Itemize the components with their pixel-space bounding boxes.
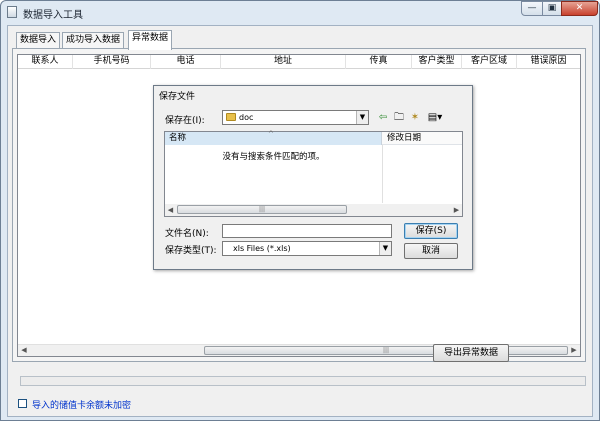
tab-successful-import[interactable]: 成功导入数据 (62, 32, 125, 49)
close-button[interactable]: ✕ (561, 1, 598, 16)
cancel-button[interactable]: 取消 (404, 243, 458, 259)
chevron-down-icon[interactable]: ▼ (379, 242, 391, 255)
scroll-thumb[interactable]: ||| (204, 346, 568, 355)
column-header-contact[interactable]: 联系人 (18, 55, 73, 69)
minimize-button[interactable]: — (521, 1, 543, 16)
column-name-label: 名称 (169, 133, 187, 143)
column-header-phone[interactable]: 电话 (151, 55, 221, 69)
app-icon (7, 6, 17, 18)
file-type-label: 保存类型(T): (165, 246, 217, 256)
file-type-select[interactable]: xls Files (*.xls) ▼ (222, 241, 392, 256)
column-header-mobile[interactable]: 手机号码 (73, 55, 151, 69)
view-menu-icon[interactable]: ▤▾ (424, 111, 446, 124)
sort-caret-icon: ^ (268, 130, 274, 138)
up-folder-icon[interactable]: 🗀 (392, 111, 406, 124)
progress-bar (20, 376, 586, 386)
save-button[interactable]: 保存(S) (404, 223, 458, 239)
scroll-left-arrow-icon[interactable]: ◀ (18, 345, 30, 356)
folder-icon (226, 113, 236, 121)
export-exception-data-button[interactable]: 导出异常数据 (433, 344, 509, 362)
column-header-address[interactable]: 地址 (221, 55, 346, 69)
window-title: 数据导入工具 (23, 10, 83, 21)
chevron-down-icon[interactable]: ▼ (356, 111, 368, 124)
file-list-scrollbar[interactable]: ◀ ||| ▶ (165, 204, 462, 216)
file-list[interactable]: 名称 ^ 修改日期 没有与搜索条件匹配的项。 ◀ ||| ▶ (164, 130, 463, 217)
column-header-fax[interactable]: 传真 (346, 55, 412, 69)
filename-label: 文件名(N): (165, 229, 209, 239)
tab-data-import[interactable]: 数据导入 (16, 32, 61, 49)
column-divider (382, 145, 383, 203)
save-in-label: 保存在(I): (165, 116, 205, 126)
new-folder-icon[interactable]: ✶ (408, 111, 422, 124)
empty-message: 没有与搜索条件匹配的项。 (222, 152, 325, 162)
save-in-combobox[interactable]: doc ▼ (222, 110, 369, 125)
file-list-header: 名称 ^ 修改日期 (165, 130, 462, 145)
filename-input[interactable] (222, 224, 392, 238)
file-type-value: xls Files (*.xls) (233, 244, 291, 253)
grid-header: 联系人 手机号码 电话 地址 传真 客户类型 客户区域 错误原因 (18, 55, 580, 69)
tab-exception-data[interactable]: 异常数据 (128, 30, 173, 50)
save-in-value: doc (239, 113, 254, 122)
column-header-customer-type[interactable]: 客户类型 (412, 55, 462, 69)
column-header-name[interactable]: 名称 ^ (165, 130, 382, 145)
title-bar[interactable]: 数据导入工具 — ▣ ✕ (1, 1, 599, 25)
maximize-button[interactable]: ▣ (542, 1, 562, 16)
main-window: 数据导入工具 — ▣ ✕ 数据导入 成功导入数据 异常数据 联系人 手机号码 电… (0, 0, 600, 421)
scroll-thumb[interactable]: ||| (177, 205, 347, 214)
dialog-title: 保存文件 (159, 92, 196, 102)
scroll-left-arrow-icon[interactable]: ◀ (165, 204, 176, 216)
column-header-modified[interactable]: 修改日期 (383, 132, 462, 145)
encrypt-balance-label[interactable]: 导入的储值卡余额未加密 (32, 398, 131, 411)
column-header-customer-region[interactable]: 客户区域 (462, 55, 517, 69)
encrypt-balance-checkbox[interactable] (18, 399, 27, 408)
back-arrow-icon[interactable]: ⇦ (376, 111, 390, 124)
save-file-dialog: 保存文件 保存在(I): doc ▼ ⇦ 🗀 ✶ ▤▾ 名称 ^ 修改日期 没有… (153, 85, 473, 270)
column-header-error-reason[interactable]: 错误原因 (517, 55, 580, 69)
scroll-right-arrow-icon[interactable]: ▶ (451, 204, 462, 216)
scroll-right-arrow-icon[interactable]: ▶ (568, 345, 580, 356)
